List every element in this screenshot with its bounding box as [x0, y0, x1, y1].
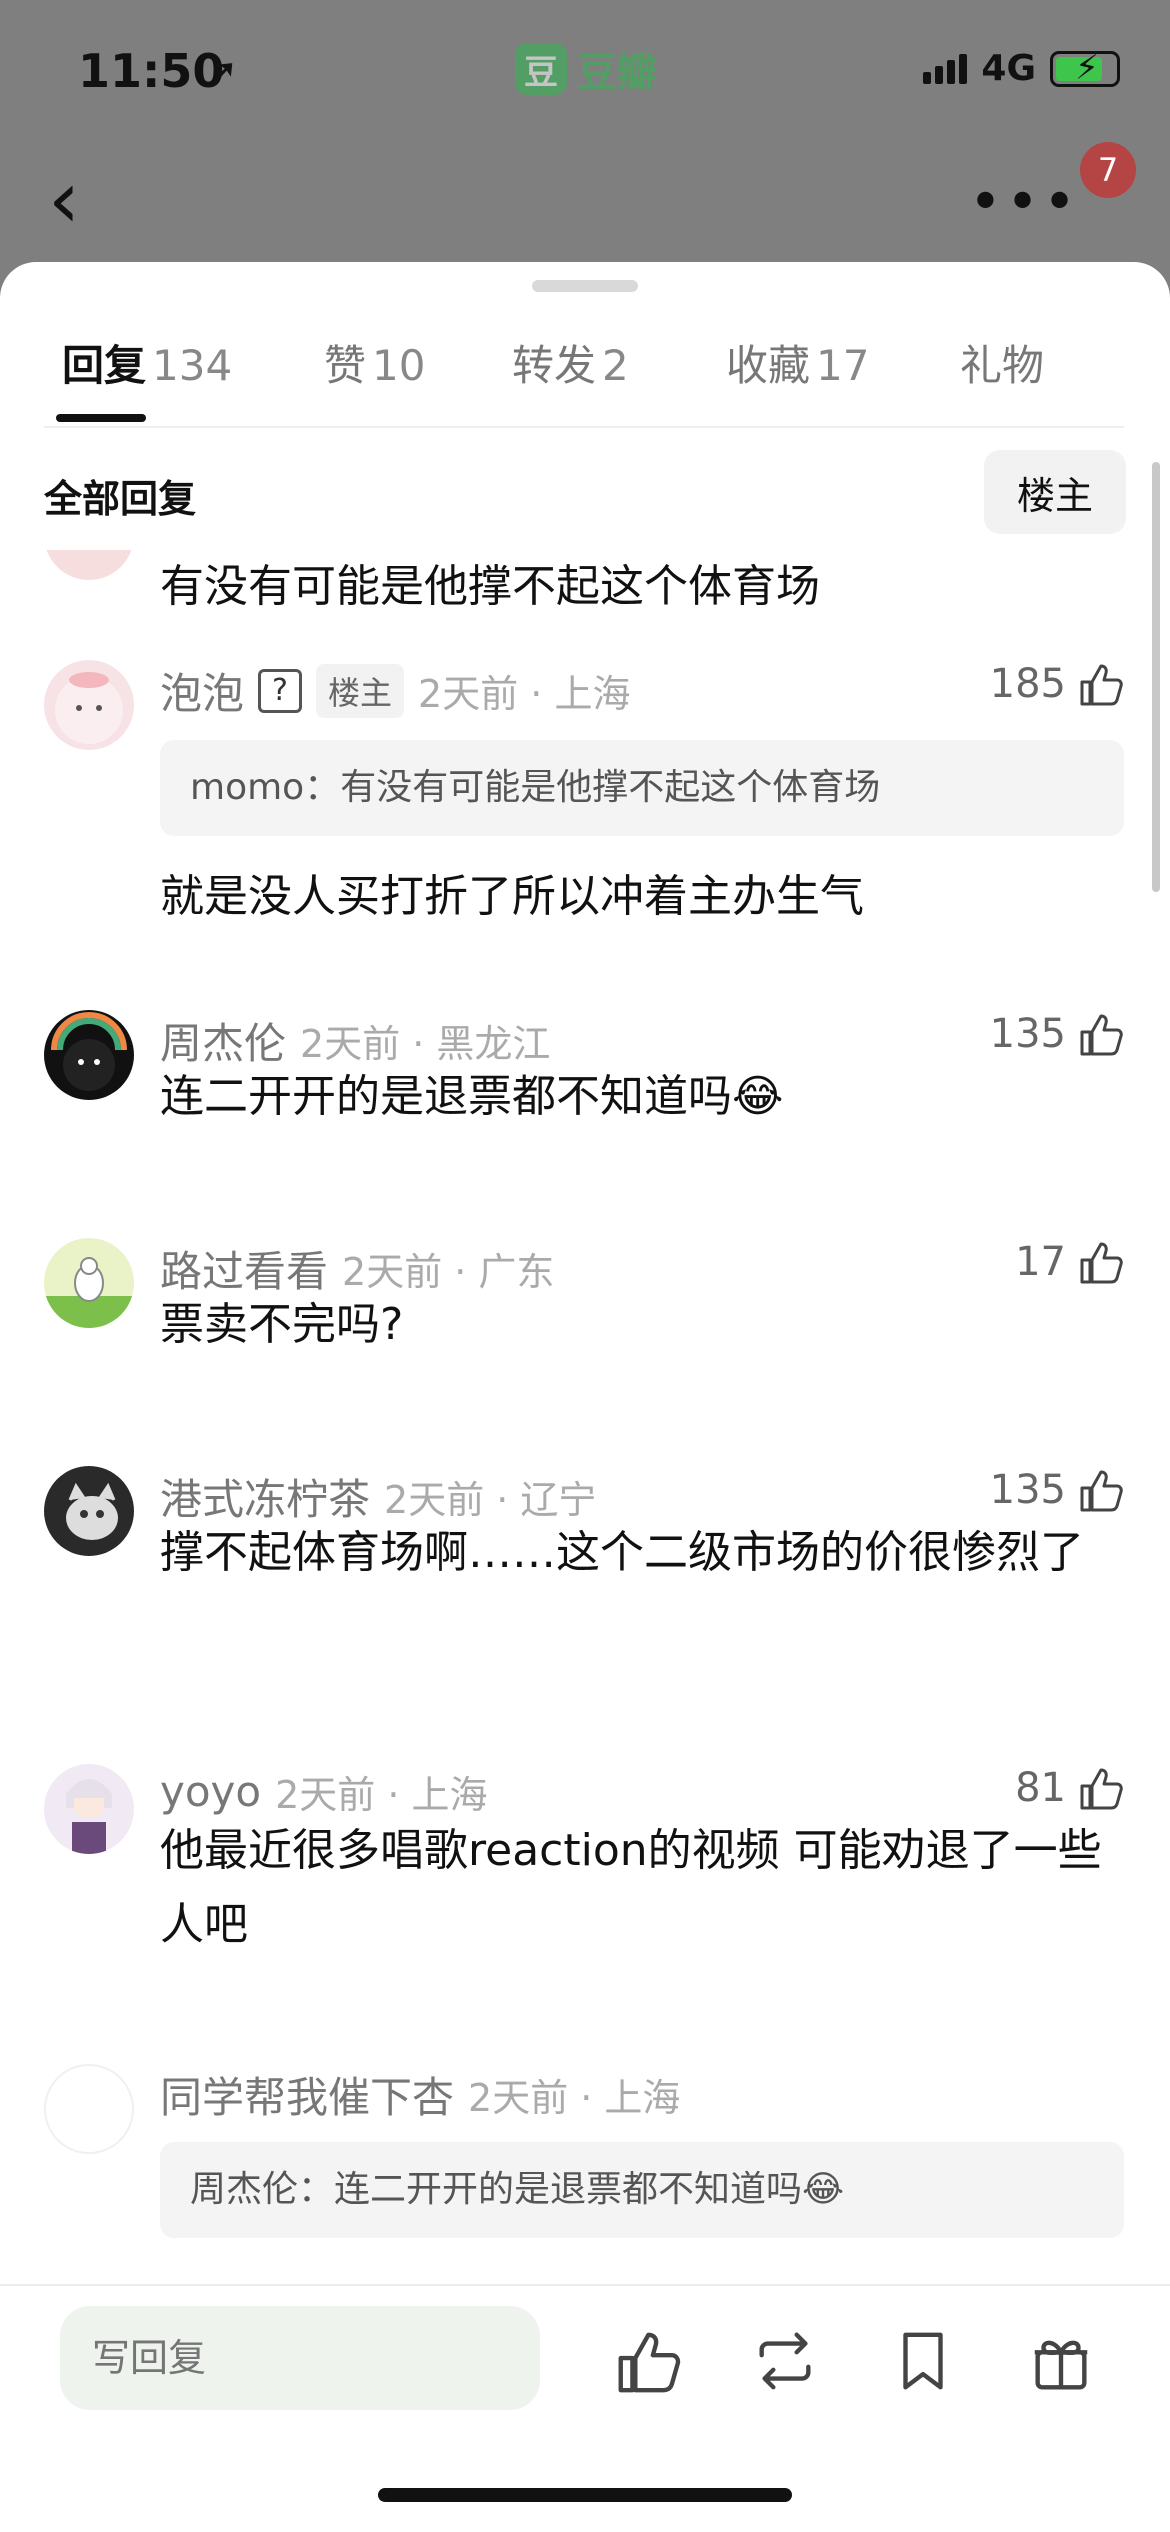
- comment-meta: 2天前 · 上海: [418, 672, 631, 716]
- like-button[interactable]: 81: [1015, 1764, 1124, 1812]
- comment-meta: 2天前 · 上海: [468, 2076, 681, 2120]
- like-count: 185: [989, 661, 1066, 707]
- avatar[interactable]: [44, 1238, 134, 1328]
- avatar[interactable]: [44, 1010, 134, 1100]
- op-tag: 楼主: [316, 663, 405, 718]
- comment-text: 他最近很多唱歌reaction的视频 可能劝退了一些人吧: [160, 1825, 1102, 1950]
- tab-replies[interactable]: 回复 134: [62, 332, 232, 393]
- gift-icon[interactable]: [1026, 2326, 1096, 2396]
- quoted-reply[interactable]: 周杰伦：连二开开的是退票都不知道吗😂: [160, 2142, 1124, 2238]
- op-only-button[interactable]: 楼主: [984, 450, 1126, 534]
- repost-icon[interactable]: [750, 2326, 820, 2396]
- tab-favorites[interactable]: 收藏 17: [726, 332, 869, 393]
- like-button[interactable]: 135: [990, 1010, 1124, 1058]
- like-button[interactable]: 185: [990, 660, 1124, 708]
- avatar[interactable]: [44, 1764, 134, 1854]
- comment-text: 有没有可能是他撑不起这个体育场: [160, 561, 820, 612]
- network-type: 4G: [981, 48, 1036, 89]
- like-button[interactable]: 17: [1015, 1238, 1124, 1286]
- tab-gifts[interactable]: 礼物: [960, 332, 1050, 393]
- tab-bar: 回复 134 赞 10 转发 2 收藏 17 礼物: [44, 332, 1124, 428]
- comment-text: 票卖不完吗?: [160, 1299, 404, 1350]
- comment-meta: 2天前 · 上海: [275, 1773, 488, 1817]
- thumbs-up-icon: [1080, 1242, 1123, 1284]
- avatar[interactable]: [44, 660, 134, 750]
- comment-text: 就是没人买打折了所以冲着主办生气: [160, 871, 864, 922]
- comment-list: 有没有可能是他撑不起这个体育场 泡泡 ? 楼主 2天前 · 上海 185 mom…: [0, 550, 1170, 2530]
- status-time: 11:50: [78, 44, 225, 98]
- reply-input[interactable]: [60, 2306, 540, 2410]
- like-count: 135: [989, 1011, 1066, 1057]
- comments-sheet: 回复 134 赞 10 转发 2 收藏 17 礼物 全部回复 楼主 有没有可能是他撑不起…: [0, 262, 1170, 2532]
- like-count: 17: [1015, 1239, 1066, 1285]
- like-count: 81: [1015, 1765, 1066, 1811]
- status-app-indicator: 豆 豆瓣: [515, 40, 657, 98]
- cellular-signal-icon: [923, 53, 968, 84]
- username[interactable]: 泡泡: [160, 660, 244, 721]
- comment-text: 连二开开的是退票都不知道吗😂: [160, 1071, 784, 1122]
- app-name: 豆瓣: [577, 50, 657, 96]
- notification-badge: 7: [1080, 142, 1136, 198]
- thumbs-up-icon: [1080, 1014, 1123, 1056]
- app-logo: 豆: [515, 43, 567, 95]
- thumbs-up-icon: [1080, 664, 1123, 706]
- more-menu-icon[interactable]: •••: [969, 170, 1080, 235]
- status-icons: 4G ⚡: [923, 48, 1120, 89]
- thumbs-up-icon: [1080, 1768, 1123, 1810]
- home-indicator[interactable]: [378, 2488, 792, 2502]
- tab-reposts[interactable]: 转发 2: [512, 332, 629, 393]
- like-button[interactable]: 135: [990, 1466, 1124, 1514]
- question-icon[interactable]: ?: [258, 668, 303, 713]
- avatar[interactable]: [44, 1466, 134, 1556]
- comment-header: yoyo 2天前 · 上海: [160, 1764, 488, 1819]
- comment-text: 撑不起体育场啊……这个二级市场的价很惨烈了: [160, 1527, 1084, 1578]
- location-arrow-icon: ➚: [205, 50, 239, 96]
- status-bar: 11:50 ➚ 豆 豆瓣 4G ⚡: [0, 0, 1170, 150]
- quoted-reply[interactable]: momo：有没有可能是他撑不起这个体育场: [160, 740, 1124, 836]
- avatar[interactable]: [44, 2064, 134, 2154]
- bookmark-icon[interactable]: [888, 2326, 958, 2396]
- comment-header: 泡泡 ? 楼主 2天前 · 上海: [160, 660, 630, 721]
- thumbs-up-icon: [1080, 1470, 1123, 1512]
- avatar[interactable]: [44, 550, 134, 580]
- active-tab-indicator: [56, 414, 146, 422]
- sheet-grabber[interactable]: [532, 280, 638, 292]
- username[interactable]: 同学帮我催下杏: [160, 2064, 454, 2125]
- battery-icon: ⚡: [1050, 47, 1120, 88]
- username[interactable]: yoyo: [160, 1767, 261, 1816]
- like-count: 135: [989, 1467, 1066, 1513]
- filter-label[interactable]: 全部回复: [44, 468, 196, 523]
- charging-bolt-icon: ⚡: [1075, 47, 1099, 88]
- like-icon[interactable]: [612, 2326, 682, 2396]
- tab-likes[interactable]: 赞 10: [324, 332, 425, 393]
- comment-header: 同学帮我催下杏 2天前 · 上海: [160, 2064, 680, 2125]
- back-chevron-icon[interactable]: ‹: [48, 160, 80, 240]
